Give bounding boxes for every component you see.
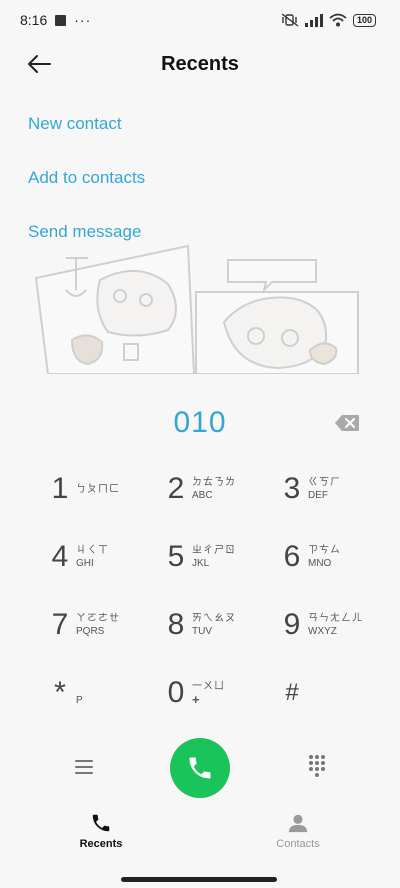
mute-vibrate-icon [281, 13, 299, 27]
key-digit: 9 [283, 608, 301, 641]
key-digit: 2 [167, 472, 185, 505]
key-0[interactable]: 0 一ㄨㄩ + [166, 668, 266, 718]
key-4[interactable]: 4 ㄐㄑㄒ GHI [50, 532, 150, 582]
key-digit: 8 [167, 608, 185, 641]
dialed-number-row: 010 [0, 400, 400, 450]
key-digit: 4 [51, 540, 69, 573]
back-button[interactable] [26, 48, 66, 80]
key-2[interactable]: 2 ㄉㄊㄋㄌ ABC [166, 464, 266, 514]
key-8[interactable]: 8 ㄞㄟㄠㄡ TUV [166, 600, 266, 650]
key-digit: 0 [167, 676, 185, 709]
empty-state-illustration [28, 240, 372, 374]
key-7[interactable]: 7 ㄚㄛㄜㄝ PQRS [50, 600, 150, 650]
signal-icon [304, 13, 323, 27]
backspace-button[interactable] [334, 414, 360, 432]
key-star[interactable]: * P [50, 668, 150, 718]
status-bar: 8:16 ··· 100 [0, 0, 400, 40]
page-title: Recents [161, 52, 239, 75]
key-letters: MNO [308, 558, 332, 569]
dialer-controls [0, 736, 400, 800]
phone-icon [92, 814, 110, 832]
key-digit: 3 [283, 472, 301, 505]
key-letters: + [192, 692, 200, 707]
status-right: 100 [281, 13, 376, 27]
new-contact-link[interactable]: New contact [28, 114, 122, 134]
key-digit: 1 [51, 472, 69, 505]
key-9[interactable]: 9 ㄢㄣㄤㄥㄦ WXYZ [282, 600, 382, 650]
key-zhuyin: ㄍㄎㄏ [308, 477, 341, 488]
hamburger-menu-icon [75, 760, 93, 774]
tab-contacts[interactable]: Contacts [238, 812, 358, 862]
tab-contacts-label: Contacts [276, 838, 320, 850]
key-zhuyin: ㄐㄑㄒ [76, 545, 109, 556]
dialpad-toggle-button[interactable] [307, 754, 327, 778]
home-indicator[interactable] [121, 877, 277, 882]
key-zhuyin: ㄓㄔㄕㄖ [192, 545, 236, 556]
key-digit: 5 [167, 540, 185, 573]
bottom-nav: Recents Contacts [0, 812, 400, 862]
battery-icon: 100 [352, 13, 376, 27]
status-overflow: ··· [74, 12, 92, 28]
key-digit: # [285, 679, 299, 706]
key-digit: 6 [283, 540, 301, 573]
key-zhuyin: ㄉㄊㄋㄌ [192, 477, 236, 488]
send-message-link[interactable]: Send message [28, 222, 141, 242]
key-6[interactable]: 6 ㄗㄘㄙ MNO [282, 532, 382, 582]
call-button[interactable] [170, 738, 230, 798]
phone-icon [189, 757, 211, 779]
key-zhuyin: ㄅㄆㄇㄈ [76, 483, 120, 495]
cartoon-characters-image [34, 244, 359, 374]
notification-square-icon [55, 14, 67, 26]
key-letters: GHI [76, 558, 94, 569]
status-left: 8:16 ··· [20, 12, 91, 28]
person-icon [288, 814, 308, 833]
key-letters: DEF [308, 490, 328, 501]
menu-button[interactable] [74, 758, 94, 776]
key-zhuyin: ㄢㄣㄤㄥㄦ [308, 613, 363, 624]
key-letters: WXYZ [308, 626, 337, 637]
key-letters: TUV [192, 626, 212, 637]
add-to-contacts-link[interactable]: Add to contacts [28, 168, 145, 188]
tab-recents[interactable]: Recents [41, 812, 161, 862]
header: Recents [0, 44, 400, 84]
key-1[interactable]: 1 ㄅㄆㄇㄈ [50, 464, 150, 514]
key-digit: 7 [51, 608, 69, 641]
key-zhuyin: ㄚㄛㄜㄝ [76, 613, 120, 624]
key-5[interactable]: 5 ㄓㄔㄕㄖ JKL [166, 532, 266, 582]
key-zhuyin: ㄗㄘㄙ [308, 545, 341, 556]
key-letters: JKL [192, 558, 210, 569]
wifi-icon [329, 13, 347, 27]
key-zhuyin: ㄞㄟㄠㄡ [192, 613, 236, 624]
backspace-icon [335, 415, 359, 431]
key-letters: PQRS [76, 626, 105, 637]
key-letters: ABC [192, 490, 213, 501]
key-digit: * [54, 676, 66, 709]
key-letters: P [76, 694, 83, 706]
arrow-left-icon [28, 55, 51, 73]
status-time: 8:16 [20, 12, 48, 28]
key-3[interactable]: 3 ㄍㄎㄏ DEF [282, 464, 382, 514]
tab-recents-label: Recents [79, 838, 123, 850]
key-hash[interactable]: # [282, 668, 382, 718]
dialpad-icon [309, 755, 325, 777]
